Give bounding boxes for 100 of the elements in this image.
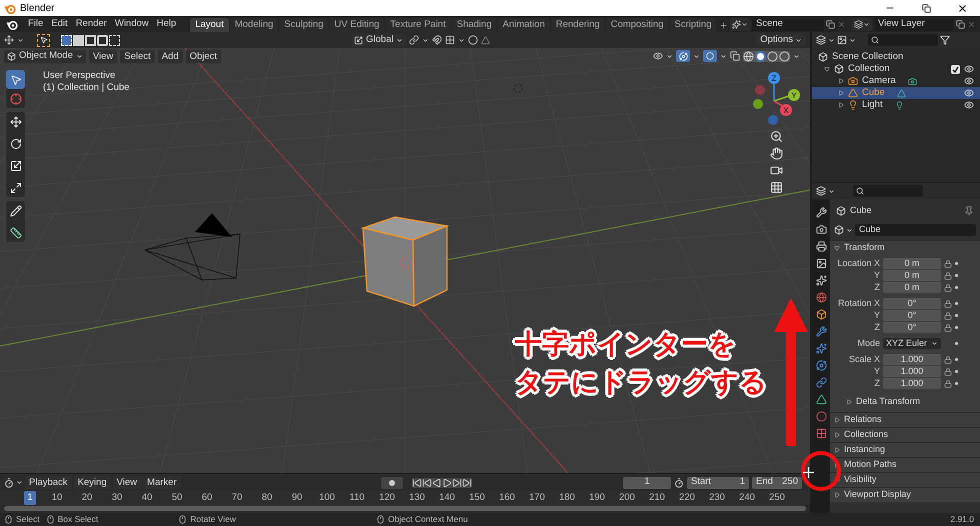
current-frame-field[interactable]: 1 [623,476,671,488]
wireframe-shading-icon[interactable] [743,50,754,62]
select-invert-icon[interactable] [97,34,108,46]
scene-tab-icon[interactable] [816,275,826,286]
timeline-menu[interactable]: View [112,476,142,489]
orientation-dropdown[interactable]: Global [351,34,406,46]
view-layer-browse-button[interactable] [852,18,872,30]
outliner-row[interactable]: Cube [812,87,980,99]
menu-item[interactable]: Window [110,17,153,31]
include-checkbox[interactable] [951,64,960,74]
workspace-tab[interactable]: Layout [190,18,229,32]
pivot-icon[interactable] [409,35,420,45]
camera-view-icon[interactable] [770,164,782,177]
cube-drawing[interactable] [360,216,450,308]
duplicate-icon[interactable] [956,20,965,28]
lock-icon[interactable] [944,260,952,268]
visibility-icon[interactable] [964,76,974,86]
lock-icon[interactable] [944,312,952,320]
viewport-menu[interactable]: Object [186,50,222,62]
scene-browse-button[interactable] [730,18,750,30]
number-field[interactable]: 0° [883,310,941,321]
navigation-gizmo[interactable]: Z Y X [748,70,804,126]
duplicate-icon[interactable] [826,20,835,28]
lock-icon[interactable] [944,300,952,308]
gizmo-toggle-icon[interactable] [676,50,690,62]
tool-tab-icon[interactable] [816,207,826,218]
stopwatch-icon[interactable] [674,478,684,488]
physics-tab-icon[interactable] [816,360,826,371]
scene-field[interactable]: Scene [752,18,824,30]
number-field[interactable]: 1.000 [883,378,941,389]
object-name-field[interactable]: Cube [855,224,976,236]
workspace-tab[interactable]: Shading [452,18,497,32]
record-button[interactable] [380,476,403,488]
lock-icon[interactable] [944,380,952,388]
outliner-search-field[interactable] [868,34,938,46]
grid-icon[interactable] [770,181,782,194]
view-layer-icon[interactable] [837,35,847,45]
texture-tab-icon[interactable] [816,428,826,439]
lock-icon[interactable] [944,272,952,280]
workspace-tab[interactable]: Texture Paint [385,18,451,32]
panel-header[interactable]: Visibility [830,472,980,487]
previous-keyframe-icon[interactable] [422,478,432,488]
panel-header[interactable]: Transform [830,240,980,255]
timeline-scrollbar[interactable] [4,506,806,511]
view-layer-field[interactable]: View Layer [874,18,954,30]
view-layer-tab-icon[interactable] [816,258,826,269]
panel-header[interactable]: Relations [830,412,980,427]
mesh-data-tab-icon[interactable] [816,394,826,405]
output-tab-icon[interactable] [816,241,826,252]
viewport-menu[interactable]: Select [120,50,155,62]
workspace-tab[interactable]: Animation [498,18,550,32]
visibility-icon[interactable] [964,100,974,110]
visibility-icon[interactable] [964,88,974,98]
options-dropdown[interactable]: Options [756,34,806,46]
display-mode-icon[interactable] [816,35,826,45]
panel-header[interactable]: Collections [830,427,980,442]
outliner-row[interactable]: Camera [812,75,980,87]
play-reverse-icon[interactable] [432,478,442,488]
number-field[interactable]: 1.000 [883,354,941,365]
xray-icon[interactable] [730,51,740,61]
timeline-editor-icon[interactable] [4,478,14,488]
timeline-menu[interactable]: Keying [74,476,111,489]
material-tab-icon[interactable] [816,411,826,422]
next-keyframe-icon[interactable] [452,478,462,488]
pin-icon[interactable] [964,206,974,216]
modifier-tab-icon[interactable] [816,326,826,337]
subpanel-header[interactable]: Delta Transform [830,394,980,409]
proportional-edit-icon[interactable] [468,35,478,45]
select-intersect-icon[interactable] [109,34,120,46]
number-field[interactable]: 0 m [883,258,941,269]
mode-dropdown[interactable]: Object Mode [4,50,86,62]
material-shading-icon[interactable] [767,50,778,62]
render-tab-icon[interactable] [816,224,826,235]
rendered-shading-icon[interactable] [779,50,790,62]
workspace-tab[interactable]: Sculpting [279,18,328,32]
snap-icon[interactable] [432,35,442,45]
lock-icon[interactable] [944,368,952,376]
tree-item-label[interactable]: Collection [848,62,890,76]
editor-type-icon[interactable] [816,186,826,196]
hand-icon[interactable] [770,147,782,160]
constraints-tab-icon[interactable] [816,377,826,388]
tree-item-label[interactable]: Scene Collection [832,50,904,64]
lock-icon[interactable] [944,324,952,332]
workspace-tab[interactable]: Compositing [606,18,669,32]
panel-header[interactable]: Viewport Display [830,487,980,502]
workspace-tab[interactable]: Rendering [550,18,605,32]
visibility-icon[interactable] [964,64,974,74]
timeline-menu[interactable]: Marker [143,476,181,489]
particles-tab-icon[interactable] [816,343,826,354]
panel-header[interactable]: Motion Paths [830,457,980,472]
number-field[interactable]: 0° [883,298,941,309]
workspace-tab[interactable]: Modeling [230,18,278,32]
select-tool-icon[interactable] [37,34,50,46]
number-field[interactable]: 1.000 [883,366,941,377]
panel-header[interactable]: Instancing [830,442,980,457]
play-icon[interactable] [442,478,452,488]
outliner-row[interactable]: Light [812,99,980,111]
zoom-icon[interactable] [770,130,782,143]
select-new-icon[interactable] [61,34,72,46]
select-subtract-icon[interactable] [85,34,96,46]
